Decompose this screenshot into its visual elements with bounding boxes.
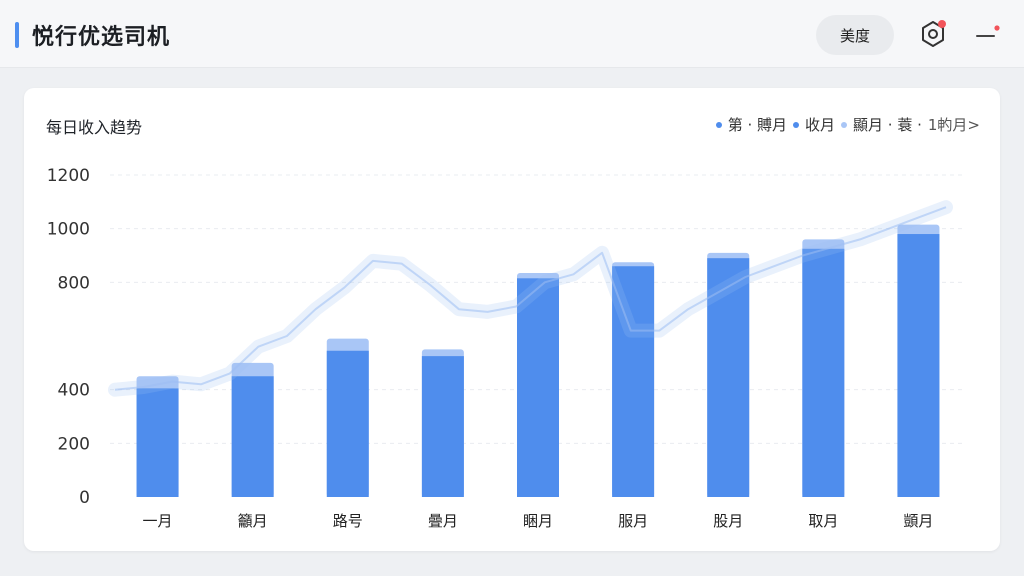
bar — [231, 376, 274, 497]
bar-chart: 0 200 400 800 1000 1200 一月 籲月 路号 曡月 睏月 服月 股月 取月 顗月 — [47, 166, 966, 530]
bar — [136, 388, 179, 497]
x-tick-label: 取月 — [808, 512, 838, 530]
y-tick-label: 1000 — [47, 220, 90, 240]
y-tick-label: 0 — [79, 488, 90, 508]
bar — [897, 234, 940, 498]
x-tick-label: 路号 — [333, 512, 363, 530]
y-tick-label: 800 — [58, 273, 90, 293]
x-tick-label: 一月 — [143, 512, 173, 530]
x-tick-label: 籲月 — [238, 512, 268, 530]
bar — [326, 350, 369, 497]
bar — [421, 356, 464, 497]
bar — [802, 248, 845, 497]
x-tick-label: 股月 — [713, 512, 743, 530]
y-tick-label: 200 — [58, 434, 90, 454]
y-tick-label: 400 — [58, 381, 90, 401]
x-tick-label: 顗月 — [903, 512, 933, 530]
x-tick-label: 曡月 — [428, 512, 458, 530]
x-tick-label: 睏月 — [523, 512, 553, 530]
x-tick-label: 服月 — [618, 512, 648, 530]
bar — [517, 278, 559, 497]
y-tick-label: 1200 — [47, 166, 90, 186]
